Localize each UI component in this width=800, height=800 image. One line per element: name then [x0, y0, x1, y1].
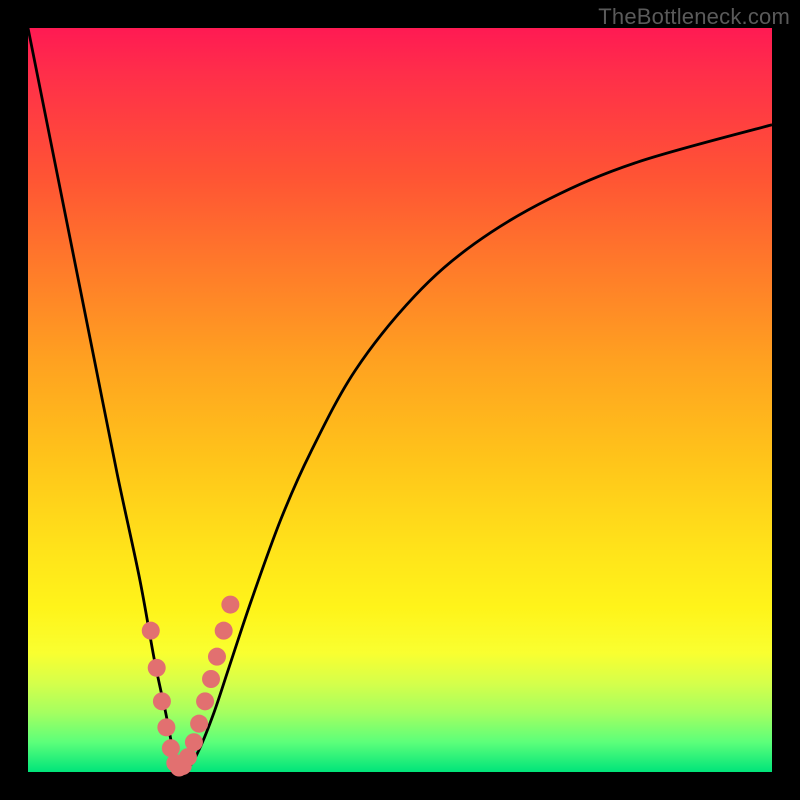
- data-point: [142, 622, 160, 640]
- data-point: [215, 622, 233, 640]
- chart-frame: TheBottleneck.com: [0, 0, 800, 800]
- data-point: [196, 692, 214, 710]
- chart-svg-layer: [0, 0, 800, 800]
- data-point: [221, 596, 239, 614]
- bottleneck-curve: [28, 28, 772, 771]
- data-point: [185, 733, 203, 751]
- data-point-group: [142, 596, 240, 777]
- data-point: [208, 648, 226, 666]
- data-point: [153, 692, 171, 710]
- data-point: [190, 715, 208, 733]
- data-point: [148, 659, 166, 677]
- data-point: [157, 718, 175, 736]
- data-point: [202, 670, 220, 688]
